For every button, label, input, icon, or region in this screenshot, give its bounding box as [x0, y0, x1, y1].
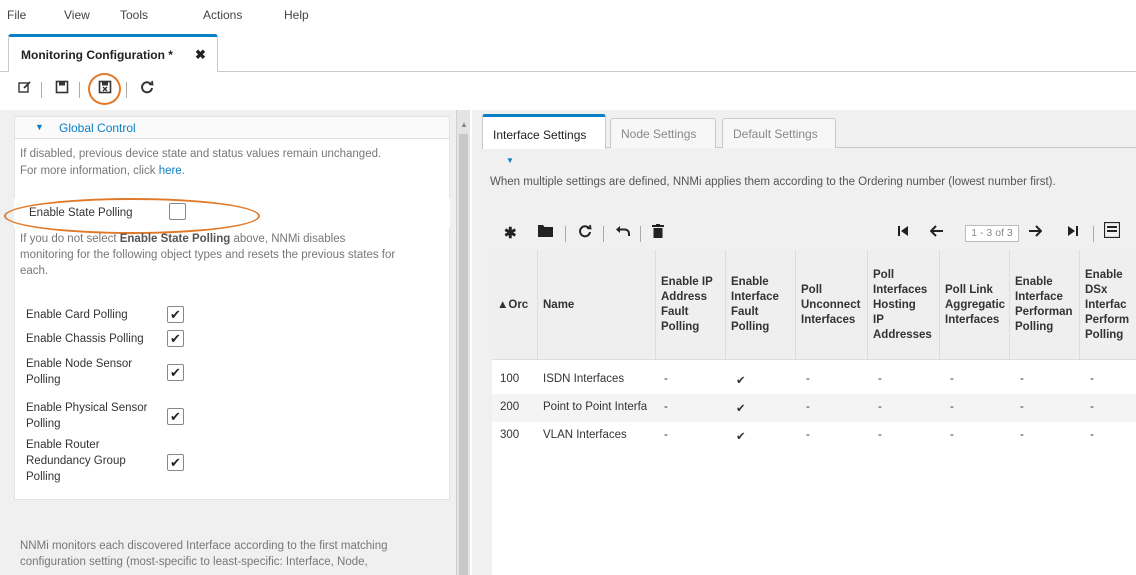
toolbar-separator	[79, 82, 80, 98]
tab-default-settings[interactable]: Default Settings	[722, 118, 836, 148]
enable-router-redundancy-label-line2: Redundancy Group	[26, 455, 126, 467]
toolbar-separator	[640, 226, 641, 242]
refresh-icon[interactable]	[578, 224, 592, 242]
enable-physical-sensor-polling-checkbox[interactable]: ✔	[167, 408, 184, 425]
tab-label: Monitoring Configuration *	[21, 48, 173, 62]
refresh-icon[interactable]	[138, 80, 156, 98]
enable-physical-sensor-polling-label: Enable Physical Sensor	[26, 402, 148, 414]
state-polling-note-line3: each.	[20, 265, 49, 277]
enable-card-polling-label: Enable Card Polling	[26, 309, 128, 321]
footer-note-line2: configuration setting (most-specific to …	[20, 556, 368, 568]
main-toolbar	[0, 73, 1136, 107]
column-chooser-icon[interactable]	[1103, 221, 1121, 242]
global-control-title: Global Control	[59, 121, 136, 135]
left-pane-scrollbar[interactable]: ▲	[456, 110, 470, 575]
settings-tab-strip: Interface Settings Node Settings Default…	[482, 114, 1136, 149]
state-polling-note-line2: monitoring for the following object type…	[20, 249, 396, 261]
column-header-ordering[interactable]: ▲Orc	[492, 250, 538, 360]
menu-tools[interactable]: Tools	[120, 8, 148, 22]
column-header-name[interactable]: Name	[538, 250, 656, 360]
caret-down-icon[interactable]: ▼	[506, 156, 514, 165]
column-header-poll-interfaces-hosting-ip[interactable]: Poll Interfaces Hosting IP Addresses	[868, 250, 940, 360]
grid-header-row: ▲Orc Name Enable IP Address Fault Polling E…	[492, 250, 1136, 360]
here-link[interactable]: here	[159, 165, 182, 177]
tab-interface-settings[interactable]: Interface Settings	[482, 114, 606, 149]
new-icon[interactable]: ✱	[504, 224, 517, 242]
global-control-header[interactable]: ▼ Global Control	[15, 117, 449, 139]
scrollbar-thumb[interactable]	[459, 134, 468, 575]
ordering-info-text: When multiple settings are defined, NNMi…	[490, 176, 1056, 188]
column-header-enable-interface-fault-polling[interactable]: Enable Interface Fault Polling	[726, 250, 796, 360]
left-pane: ▼ Global Control If disabled, previous d…	[0, 110, 456, 575]
interface-settings-grid: ✱ 1 - 3 of 3 ▲Orc Name Enable IP Address…	[492, 214, 1136, 575]
right-pane: Interface Settings Node Settings Default…	[472, 110, 1136, 575]
save-highlight-annotation	[88, 73, 121, 105]
grid-toolbar: ✱ 1 - 3 of 3	[492, 214, 1136, 250]
toolbar-separator	[41, 82, 42, 98]
scroll-up-icon[interactable]: ▲	[460, 120, 468, 129]
previous-page-icon[interactable]	[929, 224, 944, 241]
disabled-note: If disabled, previous device state and s…	[20, 148, 382, 160]
enable-chassis-polling-checkbox[interactable]: ✔	[167, 330, 184, 347]
open-folder-icon[interactable]	[538, 224, 553, 241]
next-page-icon[interactable]	[1028, 224, 1043, 241]
delete-icon[interactable]	[652, 224, 664, 242]
enable-node-sensor-polling-checkbox[interactable]: ✔	[167, 364, 184, 381]
enable-card-polling-checkbox[interactable]: ✔	[167, 306, 184, 323]
enable-node-sensor-polling-label: Enable Node Sensor	[26, 358, 133, 370]
close-icon[interactable]: ✖	[195, 47, 206, 63]
enable-router-redundancy-label: Enable Router	[26, 439, 100, 451]
column-header-enable-dsx-interface-performance[interactable]: Enable DSx Interfac Perform Polling	[1080, 250, 1136, 360]
enable-router-redundancy-checkbox[interactable]: ✔	[167, 454, 184, 471]
menu-actions[interactable]: Actions	[203, 8, 242, 22]
toolbar-separator	[1093, 226, 1094, 242]
table-row[interactable]: 200 Point to Point Interfa - ✔ - - - - -	[492, 394, 1136, 422]
menu-help[interactable]: Help	[284, 8, 309, 22]
tab-monitoring-configuration[interactable]: Monitoring Configuration * ✖	[8, 34, 218, 72]
column-header-enable-interface-performance[interactable]: Enable Interface Performan Polling	[1010, 250, 1080, 360]
last-page-icon[interactable]	[1067, 224, 1079, 241]
enable-router-redundancy-label-line3: Polling	[26, 471, 61, 483]
toolbar-separator	[126, 82, 127, 98]
tab-node-settings[interactable]: Node Settings	[610, 118, 716, 148]
undo-icon[interactable]	[616, 224, 631, 241]
first-page-icon[interactable]	[897, 224, 909, 241]
table-row[interactable]: 300 VLAN Interfaces - ✔ - - - - -	[492, 422, 1136, 450]
enable-node-sensor-polling-label-line2: Polling	[26, 374, 61, 386]
save-icon[interactable]	[53, 80, 71, 98]
more-info-text: For more information, click here.	[20, 165, 185, 177]
enable-chassis-polling-label: Enable Chassis Polling	[26, 333, 144, 345]
state-polling-note: If you do not select Enable State Pollin…	[20, 233, 346, 245]
menu-view[interactable]: View	[64, 8, 90, 22]
column-header-enable-ip-address-fault-polling[interactable]: Enable IP Address Fault Polling	[656, 250, 726, 360]
document-tab-strip: Monitoring Configuration * ✖	[0, 34, 1136, 72]
menu-bar: File View Tools Actions Help	[0, 0, 1136, 30]
column-header-poll-unconnected-interfaces[interactable]: Poll Unconnect Interfaces	[796, 250, 868, 360]
state-polling-highlight-annotation	[4, 198, 260, 234]
menu-file[interactable]: File	[7, 8, 26, 22]
edit-icon[interactable]	[16, 80, 34, 98]
column-header-poll-link-aggregation[interactable]: Poll Link Aggregatic Interfaces	[940, 250, 1010, 360]
enable-physical-sensor-polling-label-line2: Polling	[26, 418, 61, 430]
table-row[interactable]: 100 ISDN Interfaces - ✔ - - - - -	[492, 366, 1136, 394]
page-range-field[interactable]: 1 - 3 of 3	[965, 225, 1019, 242]
toolbar-separator	[603, 226, 604, 242]
footer-note-line1: NNMi monitors each discovered Interface …	[20, 540, 388, 552]
toolbar-separator	[565, 226, 566, 242]
caret-down-icon: ▼	[35, 122, 44, 132]
